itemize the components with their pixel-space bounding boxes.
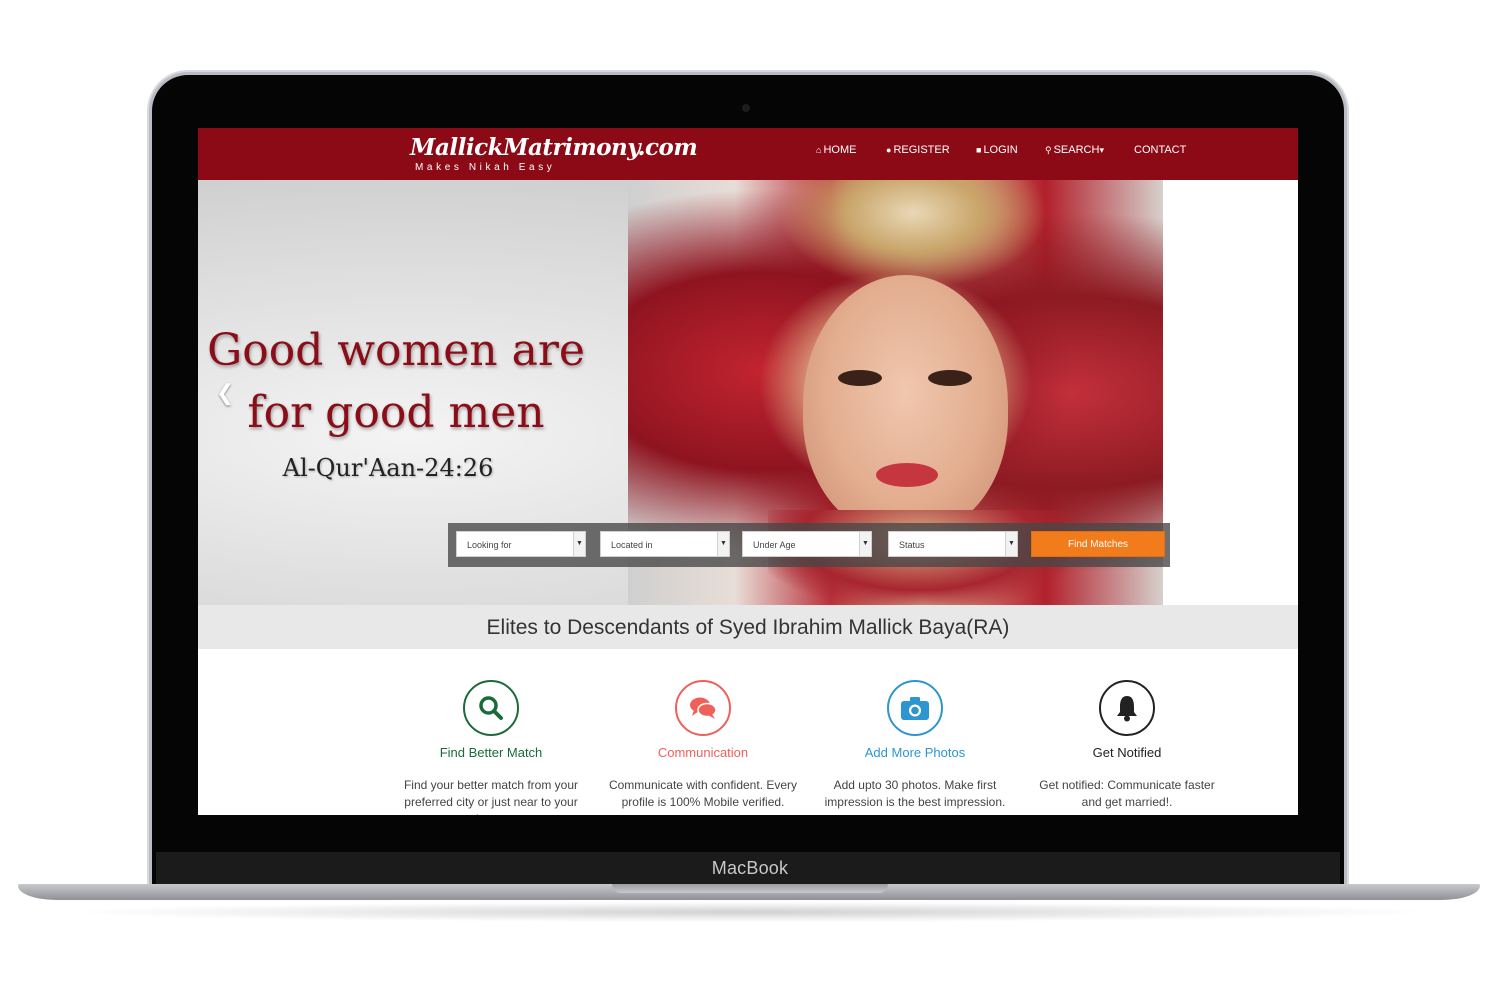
laptop-shadow xyxy=(60,902,1440,922)
feature-get-notified: Get Notified Get notified: Communicate f… xyxy=(1032,680,1222,811)
camera-icon[interactable] xyxy=(887,680,943,736)
site-tagline: Makes Nikah Easy xyxy=(415,162,556,173)
carousel-prev-icon[interactable]: ❮ xyxy=(216,380,234,406)
nav-search-label: SEARCH xyxy=(1053,144,1100,156)
hero-quote-line2: for good men xyxy=(247,387,545,438)
feature-description: Communicate with confident. Every profil… xyxy=(608,778,798,809)
feature-title[interactable]: Communication xyxy=(608,745,798,760)
located-in-select[interactable]: Located in ▼ xyxy=(600,531,730,557)
community-heading: Elites to Descendants of Syed Ibrahim Ma… xyxy=(486,616,1010,639)
nav-register[interactable]: ● REGISTER xyxy=(886,144,950,156)
chevron-down-icon: ▼ xyxy=(717,532,729,556)
feature-title[interactable]: Add More Photos xyxy=(820,745,1010,760)
laptop-base-notch xyxy=(612,884,888,893)
chat-icon[interactable] xyxy=(675,680,731,736)
search-icon: ⚲ xyxy=(1045,145,1052,155)
bell-icon[interactable] xyxy=(1099,680,1155,736)
feature-find-better-match: Find Better Match Find your better match… xyxy=(396,680,586,815)
search-icon[interactable] xyxy=(463,680,519,736)
chevron-down-icon: ▼ xyxy=(573,532,585,556)
under-age-value: Under Age xyxy=(753,540,796,550)
under-age-select[interactable]: Under Age ▼ xyxy=(742,531,872,557)
feature-description: Find your better match from your preferr… xyxy=(403,778,579,815)
looking-for-select[interactable]: Looking for ▼ xyxy=(456,531,586,557)
device-label: MacBook xyxy=(711,858,789,878)
chevron-down-icon: ▼ xyxy=(859,532,871,556)
home-icon: ⌂ xyxy=(816,145,822,155)
feature-description: Get notified: Communicate faster and get… xyxy=(1039,778,1215,809)
quick-search-bar: Looking for ▼ Located in ▼ Under Age ▼ S… xyxy=(448,523,1170,567)
webcam xyxy=(742,104,750,112)
community-band: Elites to Descendants of Syed Ibrahim Ma… xyxy=(198,605,1298,649)
status-value: Status xyxy=(899,540,925,550)
hero-verse: Al-Qur'Aan-24:26 xyxy=(282,454,494,482)
chevron-down-icon: ▼ xyxy=(1005,532,1017,556)
nav-login-label: LOGIN xyxy=(983,144,1018,156)
feature-title[interactable]: Find Better Match xyxy=(396,745,586,760)
hero-quote: Good women are for good men xyxy=(206,320,586,444)
browser-viewport: MallickMatrimony.com Makes Nikah Easy ⌂ H… xyxy=(198,128,1298,815)
looking-for-value: Looking for xyxy=(467,540,512,550)
navbar: MallickMatrimony.com Makes Nikah Easy ⌂ H… xyxy=(198,128,1298,180)
feature-communication: Communication Communicate with confident… xyxy=(608,680,798,811)
nav-contact[interactable]: CONTACT xyxy=(1134,144,1186,156)
feature-title[interactable]: Get Notified xyxy=(1032,745,1222,760)
nav-home-label: HOME xyxy=(823,144,857,156)
nav-home[interactable]: ⌂ HOME xyxy=(816,144,856,156)
feature-description: Add upto 30 photos. Make first impressio… xyxy=(824,778,1006,809)
caret-down-icon: ▾ xyxy=(1099,145,1104,155)
status-select[interactable]: Status ▼ xyxy=(888,531,1018,557)
located-in-value: Located in xyxy=(611,540,653,550)
nav-register-label: REGISTER xyxy=(893,144,950,156)
find-matches-button[interactable]: Find Matches xyxy=(1031,531,1165,557)
nav-search[interactable]: ⚲ SEARCH▾ xyxy=(1045,144,1106,156)
lock-icon: ■ xyxy=(976,145,982,155)
nav-login[interactable]: ■ LOGIN xyxy=(976,144,1018,156)
feature-add-more-photos: Add More Photos Add upto 30 photos. Make… xyxy=(820,680,1010,811)
user-icon: ● xyxy=(886,145,892,155)
site-logo[interactable]: MallickMatrimony.com xyxy=(410,134,698,161)
hero-quote-line1: Good women are xyxy=(207,325,585,376)
